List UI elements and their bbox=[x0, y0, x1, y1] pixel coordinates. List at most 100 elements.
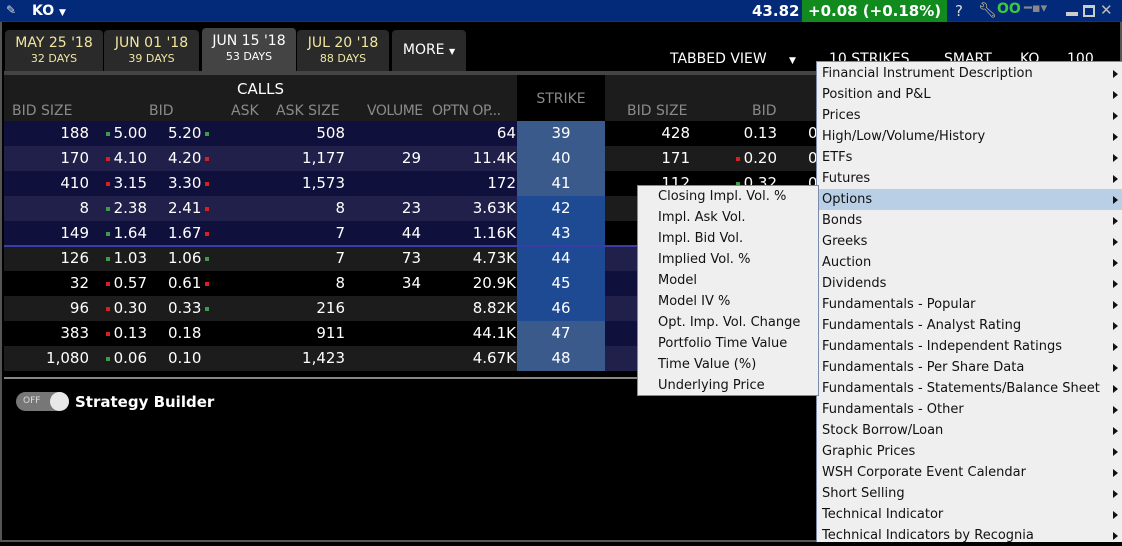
menu-item[interactable]: Fundamentals - Statements/Balance Sheet bbox=[817, 378, 1122, 399]
col-put-bid-size[interactable]: BID SIZE bbox=[627, 103, 687, 119]
ask-cell: 5.20 bbox=[168, 124, 213, 142]
menu-item[interactable]: Technical Indicators by Recognia bbox=[817, 525, 1122, 546]
ask-cell: 0.18 bbox=[168, 324, 201, 342]
tab-expiry[interactable]: MAY 25 '18 32 DAYS bbox=[5, 30, 103, 71]
view-selector[interactable]: TABBED VIEW ▼ bbox=[670, 51, 796, 67]
submenu-arrow-icon bbox=[1113, 154, 1118, 162]
menu-item-label: WSH Corporate Event Calendar bbox=[822, 465, 1026, 480]
menu-item[interactable]: Dividends bbox=[817, 273, 1122, 294]
more-tabs-button[interactable]: MORE ▼ bbox=[392, 30, 466, 71]
calls-title: CALLS bbox=[237, 80, 284, 98]
help-icon[interactable]: ? bbox=[955, 2, 963, 20]
bid-cell: 5.00 bbox=[102, 124, 147, 142]
menu-item-label: Fundamentals - Statements/Balance Sheet bbox=[822, 381, 1100, 396]
ask-cell: 2.41 bbox=[168, 199, 213, 217]
ask-size: 1,177 bbox=[302, 149, 345, 167]
ask-cell: 3.30 bbox=[168, 174, 213, 192]
col-bid-size[interactable]: BID SIZE bbox=[12, 103, 72, 119]
menu-item[interactable]: Graphic Prices bbox=[817, 441, 1122, 462]
link-group-icon[interactable]: OO bbox=[997, 1, 1021, 17]
submenu-arrow-icon bbox=[1113, 175, 1118, 183]
menu-item[interactable]: Fundamentals - Other bbox=[817, 399, 1122, 420]
strike-cell[interactable]: 41 bbox=[517, 171, 605, 196]
menu-item[interactable]: ETFs bbox=[817, 147, 1122, 168]
submenu-item[interactable]: Model bbox=[638, 270, 818, 291]
submenu-item[interactable]: Implied Vol. % bbox=[638, 249, 818, 270]
tab-expiry[interactable]: JUN 15 '18 53 DAYS bbox=[202, 28, 296, 71]
strike-cell[interactable]: 39 bbox=[517, 121, 605, 146]
submenu-arrow-icon bbox=[1113, 301, 1118, 309]
menu-item-label: Futures bbox=[822, 171, 871, 186]
menu-item[interactable]: Futures bbox=[817, 168, 1122, 189]
menu-item[interactable]: Fundamentals - Popular bbox=[817, 294, 1122, 315]
menu-item[interactable]: Greeks bbox=[817, 231, 1122, 252]
bid-cell: 3.15 bbox=[102, 174, 147, 192]
menu-item[interactable]: Bonds bbox=[817, 210, 1122, 231]
submenu-item[interactable]: Model IV % bbox=[638, 291, 818, 312]
menu-item[interactable]: High/Low/Volume/History bbox=[817, 126, 1122, 147]
volume: 34 bbox=[401, 274, 421, 292]
menu-item[interactable]: Fundamentals - Per Share Data bbox=[817, 357, 1122, 378]
tab-days: 32 DAYS bbox=[30, 52, 78, 65]
menu-item-label: ETFs bbox=[822, 150, 853, 165]
col-volume[interactable]: VOLUME bbox=[367, 103, 423, 119]
strike-cell[interactable]: 45 bbox=[517, 271, 605, 296]
put-bid-cell: 0.20 bbox=[732, 149, 777, 167]
col-ask-size[interactable]: ASK SIZE bbox=[276, 103, 340, 119]
menu-item[interactable]: Fundamentals - Analyst Rating bbox=[817, 315, 1122, 336]
strike-cell[interactable]: 40 bbox=[517, 146, 605, 171]
bid-cell: 1.64 bbox=[102, 224, 147, 242]
strategy-builder-toggle[interactable]: OFF bbox=[16, 392, 69, 411]
open-interest: 4.73K bbox=[472, 249, 516, 267]
menu-item[interactable]: Financial Instrument Description bbox=[817, 63, 1122, 84]
col-bid[interactable]: BID bbox=[149, 103, 174, 119]
context-menu: Financial Instrument Description Position… bbox=[816, 61, 1122, 543]
symbol-selector[interactable]: KO ▼ bbox=[32, 3, 66, 19]
menu-item[interactable]: Fundamentals - Independent Ratings bbox=[817, 336, 1122, 357]
submenu-arrow-icon bbox=[1113, 427, 1118, 435]
down-tick-icon bbox=[205, 231, 210, 236]
open-interest: 20.9K bbox=[472, 274, 516, 292]
submenu-arrow-icon bbox=[1113, 469, 1118, 477]
tab-expiry[interactable]: JUL 20 '18 88 DAYS bbox=[297, 30, 389, 71]
strike-cell[interactable]: 48 bbox=[517, 346, 605, 371]
submenu-item[interactable]: Underlying Price bbox=[638, 375, 818, 396]
strategy-builder-label: Strategy Builder bbox=[75, 393, 215, 411]
menu-item[interactable]: WSH Corporate Event Calendar bbox=[817, 462, 1122, 483]
menu-item[interactable]: Technical Indicator bbox=[817, 504, 1122, 525]
close-icon[interactable]: ✕ bbox=[1100, 1, 1113, 19]
up-tick-icon bbox=[105, 131, 110, 136]
symbol-label: KO bbox=[32, 3, 55, 19]
maximize-icon[interactable] bbox=[1083, 5, 1095, 17]
strike-cell[interactable]: 47 bbox=[517, 321, 605, 346]
submenu-item[interactable]: Impl. Ask Vol. bbox=[638, 207, 818, 228]
submenu-item[interactable]: Closing Impl. Vol. % bbox=[638, 186, 818, 207]
col-ask[interactable]: ASK bbox=[231, 103, 259, 119]
strike-cell[interactable]: 44 bbox=[517, 246, 605, 271]
link-icon[interactable]: ✎ bbox=[6, 3, 16, 17]
strike-cell[interactable]: 42 bbox=[517, 196, 605, 221]
menu-item[interactable]: Prices bbox=[817, 105, 1122, 126]
open-interest: 172 bbox=[487, 174, 516, 192]
submenu-item[interactable]: Opt. Imp. Vol. Change bbox=[638, 312, 818, 333]
minimize-icon[interactable] bbox=[1066, 12, 1078, 16]
menu-item[interactable]: Stock Borrow/Loan bbox=[817, 420, 1122, 441]
strike-cell[interactable]: 46 bbox=[517, 296, 605, 321]
col-put-bid[interactable]: BID bbox=[752, 103, 777, 119]
strike-cell[interactable]: 43 bbox=[517, 221, 605, 246]
submenu-item[interactable]: Portfolio Time Value bbox=[638, 333, 818, 354]
pin-icon[interactable]: ━▪▾ bbox=[1024, 1, 1047, 16]
wrench-icon[interactable]: 🔧︎ bbox=[978, 1, 997, 19]
ask-size: 8 bbox=[335, 199, 345, 217]
down-tick-icon bbox=[105, 156, 110, 161]
menu-item[interactable]: Auction bbox=[817, 252, 1122, 273]
menu-item[interactable]: Options bbox=[817, 189, 1122, 210]
menu-item[interactable]: Short Selling bbox=[817, 483, 1122, 504]
put-bid: 0.13 bbox=[743, 124, 777, 142]
submenu-item[interactable]: Impl. Bid Vol. bbox=[638, 228, 818, 249]
col-open-interest[interactable]: OPTN OP... bbox=[432, 103, 501, 119]
menu-item[interactable]: Position and P&L bbox=[817, 84, 1122, 105]
submenu-item[interactable]: Time Value (%) bbox=[638, 354, 818, 375]
tab-expiry[interactable]: JUN 01 '18 39 DAYS bbox=[104, 30, 199, 71]
menu-item-label: Financial Instrument Description bbox=[822, 66, 1033, 81]
